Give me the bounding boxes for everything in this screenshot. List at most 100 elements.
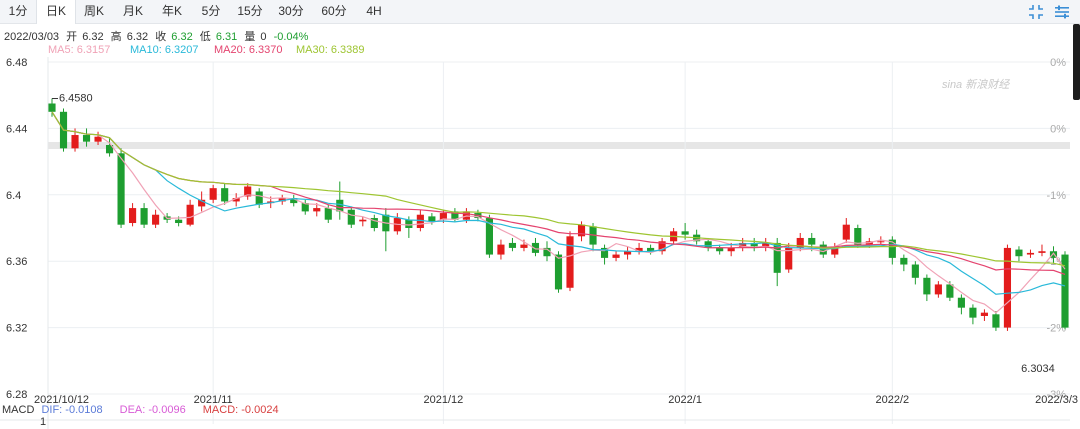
candle-body (877, 241, 885, 243)
candle-body (324, 208, 332, 220)
high-value: 6.32 (126, 31, 149, 43)
candle-body (1015, 249, 1023, 257)
candle-body (934, 284, 942, 295)
candle-body (992, 314, 1000, 328)
y-tick-label: 6.36 (6, 256, 27, 268)
candle-body (946, 284, 954, 298)
ma10-label: MA10: 6.3207 (130, 44, 199, 56)
y-tick-label: 6.32 (6, 323, 27, 335)
candle-body (750, 242, 758, 247)
candle-body (462, 211, 470, 220)
candle-body (232, 198, 240, 202)
candle-body (290, 198, 298, 204)
candle-body (980, 312, 988, 316)
close-value: 6.32 (171, 31, 193, 43)
y-tick-label: 6.4 (6, 190, 21, 202)
candle-body (439, 213, 447, 220)
ma20-label: MA20: 6.3370 (214, 44, 283, 56)
y-tick-label: 6.28 (6, 389, 27, 401)
right-tick-label: -2% (1046, 323, 1066, 335)
low-value: 6.31 (215, 31, 238, 43)
quote-date: 2022/03/03 (4, 31, 60, 43)
candle-body (313, 208, 321, 212)
candle-body (727, 247, 735, 252)
y-axis: 6.48 6.44 6.4 6.36 6.32 6.28 (6, 57, 27, 401)
candle-body (255, 191, 263, 205)
candle-body (635, 247, 643, 252)
candlestick-chart: 6.48 6.44 6.4 6.36 6.32 6.28 0% 0% -1% -1% -2% -3%… (0, 57, 1078, 429)
candle-body (647, 247, 655, 252)
moving-average-lines (51, 111, 1066, 314)
low-label: 低 (199, 31, 211, 43)
candle-body (163, 216, 171, 220)
tab-0[interactable]: 1分 (0, 0, 36, 23)
period-tab-bar: 1分 日K 周K 月K 年K 5分 15分 30分 60分 4H (0, 0, 1080, 24)
candle-body (336, 199, 344, 212)
right-axis: 0% 0% -1% -1% -2% -3% (1046, 57, 1066, 401)
x-tick-label: 2022/1 (668, 394, 702, 406)
tab-2[interactable]: 周K (74, 0, 114, 23)
candle-body (474, 213, 482, 219)
candle-body (911, 264, 919, 278)
candle-body (854, 228, 862, 245)
tab-9[interactable]: 4H (356, 0, 392, 23)
candle-body (105, 145, 114, 154)
candle-body (175, 219, 183, 224)
candle-body (888, 239, 896, 258)
candle-body (428, 216, 436, 222)
candle-body (508, 242, 517, 248)
annotation-min: 6.3034 (1021, 363, 1055, 375)
candle-body (186, 204, 194, 225)
candle-body (416, 214, 424, 228)
tab-6[interactable]: 15分 (230, 0, 270, 23)
ma30-label: MA30: 6.3389 (296, 44, 365, 56)
candle-body (520, 244, 528, 248)
change-value: -0.04% (273, 31, 309, 43)
tab-3[interactable]: 月K (114, 0, 152, 23)
candle-body (831, 247, 839, 255)
macd-label: MACD (2, 404, 35, 416)
candle-body (543, 247, 551, 257)
tab-8[interactable]: 60分 (312, 0, 356, 23)
tab-5[interactable]: 5分 (192, 0, 230, 23)
watermark: sina 新浪财经 (942, 78, 1010, 91)
x-tick-label: 2022/3/3 (1035, 394, 1078, 406)
macd-legend: MACD DIF: -0.0108 DEA: -0.0096 MACD: -0.… (2, 404, 279, 416)
ma-line-20 (51, 111, 1066, 275)
expand-icon[interactable] (1026, 2, 1046, 22)
watermark-text: sina 新浪财经 (942, 78, 1010, 91)
tab-4[interactable]: 年K (152, 0, 192, 23)
volume-value: 0 (260, 31, 267, 43)
right-tick-label: -1% (1046, 190, 1066, 202)
tab-7[interactable]: 30分 (270, 0, 312, 23)
tab-1[interactable]: 日K (36, 0, 76, 24)
candle-body (739, 242, 747, 248)
candle-body (658, 241, 666, 252)
candle-body (808, 237, 816, 245)
candle-body (1049, 251, 1058, 258)
settings-icon[interactable] (1052, 2, 1072, 22)
candle-body (347, 209, 355, 225)
macd-axis-tick: 1 (40, 416, 47, 428)
candle-body (612, 254, 620, 258)
candle-body (785, 247, 793, 270)
candle-body (693, 234, 701, 242)
scrollbar[interactable] (1073, 24, 1080, 100)
candle-body (589, 226, 597, 245)
candle-body (762, 242, 770, 247)
right-tick-label: 0% (1050, 123, 1066, 135)
candle-body (140, 208, 148, 225)
right-tick-label: -1% (1046, 256, 1066, 268)
ma-line-30 (51, 111, 1066, 267)
candle-body (82, 135, 91, 142)
candle-body (48, 103, 56, 112)
candle-body (451, 211, 459, 220)
quote-info-line: 2022/03/03 开 6.32 高 6.32 收 6.32 低 6.31 量… (4, 28, 308, 44)
dif-label: DIF: -0.0108 (41, 404, 103, 416)
candle-body (1038, 251, 1046, 253)
candle-body (1026, 252, 1035, 255)
ma5-label: MA5: 6.3157 (48, 44, 111, 56)
ma-line-5 (51, 111, 1066, 314)
candle-body (923, 277, 931, 295)
y-tick-label: 6.48 (6, 57, 27, 69)
